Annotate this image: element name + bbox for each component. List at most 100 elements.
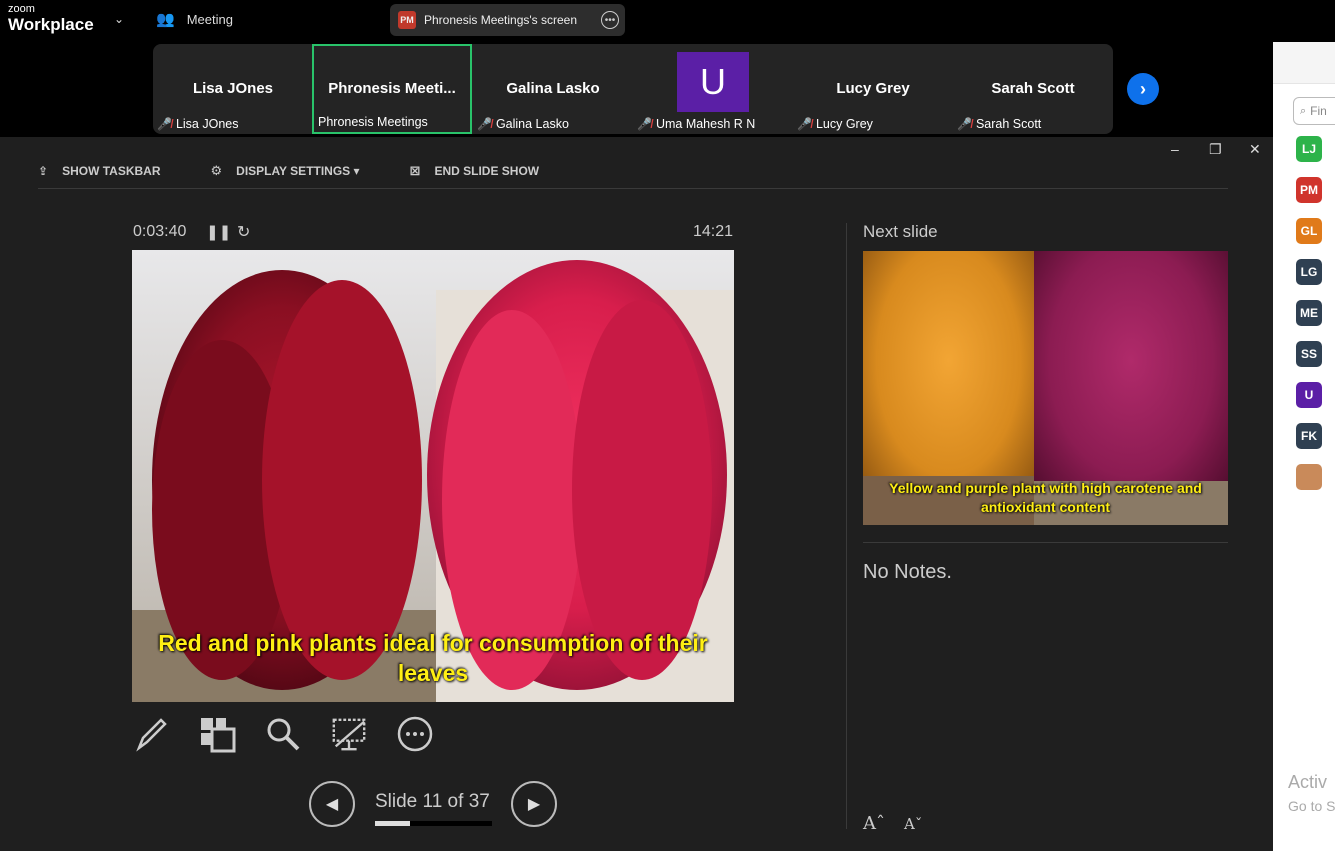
panel-avatar[interactable]: SS <box>1296 341 1322 367</box>
screen-off-icon <box>332 718 366 751</box>
participant-label: Lucy Grey <box>815 117 873 131</box>
participants-icon: 👥 <box>156 11 175 28</box>
slide-current: 11 <box>422 791 443 812</box>
mic-muted-icon: 🎤̸ <box>477 117 492 131</box>
meeting-tab-label: Meeting <box>186 11 233 27</box>
participant-label: Lisa JOnes <box>175 117 239 131</box>
slide-total: 37 <box>468 791 490 812</box>
elapsed-timer: 0:03:40 <box>133 223 187 240</box>
participant-footer: 🎤̸ Galina Lasko <box>477 117 569 131</box>
next-participants-button[interactable]: › <box>1127 73 1159 105</box>
panel-avatar[interactable]: FK <box>1296 423 1322 449</box>
shared-screen-title: Phronesis Meetings's screen <box>424 13 578 27</box>
increase-font-icon[interactable]: Aˆ <box>863 813 885 834</box>
participant-tile[interactable]: Sarah Scott 🎤̸ Sarah Scott <box>953 44 1113 134</box>
slide-navigation: ◀ Slide 11 of 37 ▶ <box>309 781 559 829</box>
presenter-badge: PM <box>398 11 416 29</box>
participant-footer: 🎤̸ Lisa JOnes <box>157 117 238 131</box>
participant-label: Phronesis Meetings <box>318 115 428 129</box>
participant-name: Phronesis Meeti... <box>328 80 456 97</box>
chevron-down-icon[interactable]: ⌄ <box>114 12 124 26</box>
participant-label: Sarah Scott <box>975 117 1042 131</box>
panel-avatar[interactable]: PM <box>1296 177 1322 203</box>
next-slide-label: Next slide <box>863 222 938 241</box>
panel-avatar[interactable]: LJ <box>1296 136 1322 162</box>
participant-name: Lisa JOnes <box>192 80 274 97</box>
display-settings-button[interactable]: ⚙ DISPLAY SETTINGS ▾ <box>211 163 360 179</box>
presenter-view: – ❐ ✕ ⇪ SHOW TASKBAR ⚙ DISPLAY SETTINGS … <box>0 137 1273 851</box>
participant-footer: 🎤̸ Sarah Scott <box>957 117 1041 131</box>
slide-of: of <box>447 791 464 812</box>
slide-prefix: Slide <box>375 791 418 812</box>
mic-muted-icon: 🎤̸ <box>637 117 652 131</box>
pen-icon <box>136 718 167 752</box>
participant-tile[interactable]: Galina Lasko 🎤̸ Galina Lasko <box>473 44 633 134</box>
current-slide[interactable]: Red and pink plants ideal for consumptio… <box>132 250 734 702</box>
display-settings-icon: ⚙ <box>210 162 223 178</box>
more-options-icon[interactable]: ••• <box>601 11 619 29</box>
black-screen-button[interactable] <box>330 715 368 753</box>
end-slide-show-label: END SLIDE SHOW <box>434 163 540 178</box>
participant-name: Lucy Grey <box>836 80 910 97</box>
next-slide-preview[interactable]: Yellow and purple plant with high carote… <box>863 251 1228 525</box>
grid-icon <box>201 718 236 753</box>
panel-avatar[interactable]: LG <box>1296 259 1322 285</box>
end-show-icon: ⊠ <box>409 162 421 178</box>
pen-tool-button[interactable] <box>132 715 170 753</box>
pause-icon[interactable]: ❚❚ <box>206 223 231 241</box>
mic-muted-icon: 🎤̸ <box>157 117 172 131</box>
zoom-button[interactable] <box>264 715 302 753</box>
top-bar: zoom Workplace ⌄ 👥 Meeting PM Phronesis … <box>0 0 1335 42</box>
mic-muted-icon: 🎤̸ <box>797 117 812 131</box>
display-settings-label: DISPLAY SETTINGS ▾ <box>236 163 360 178</box>
participant-name: Sarah Scott <box>991 80 1075 97</box>
participant-tile[interactable]: Lisa JOnes 🎤̸ Lisa JOnes <box>153 44 313 134</box>
meeting-tab[interactable]: 👥 Meeting <box>156 10 233 28</box>
close-button[interactable]: ✕ <box>1249 141 1261 158</box>
participant-tile-active-speaker[interactable]: Phronesis Meeti... Phronesis Meetings <box>312 44 472 134</box>
reset-timer-icon[interactable]: ↻ <box>237 222 250 242</box>
chevron-right-icon: › <box>1140 78 1146 99</box>
panel-avatar[interactable]: GL <box>1296 218 1322 244</box>
participant-label: Uma Mahesh R N <box>655 117 756 131</box>
participant-footer: 🎤̸ Uma Mahesh R N <box>637 117 755 131</box>
notes-divider <box>863 542 1228 543</box>
next-slide-caption: Yellow and purple plant with high carote… <box>889 480 1202 515</box>
slide-counter: Slide 11 of 37 <box>375 791 490 813</box>
mic-muted-icon: 🎤̸ <box>957 117 972 131</box>
brand-small: zoom <box>8 3 35 15</box>
decrease-font-icon[interactable]: Aˇ <box>904 815 922 833</box>
previous-slide-button[interactable]: ◀ <box>309 781 355 827</box>
slide-tools <box>132 715 434 753</box>
panel-avatar[interactable]: U <box>1296 382 1322 408</box>
show-taskbar-button[interactable]: ⇪ SHOW TASKBAR <box>38 164 161 178</box>
slide-caption: Red and pink plants ideal for consumptio… <box>158 630 708 686</box>
speaker-notes: No Notes. <box>863 561 952 583</box>
panel-avatar[interactable]: ME <box>1296 300 1322 326</box>
end-slide-show-button[interactable]: ⊠ END SLIDE SHOW <box>410 163 540 179</box>
triangle-right-icon: ▶ <box>527 796 541 813</box>
zoom-logo: zoom Workplace <box>8 3 94 34</box>
participant-strip: Lisa JOnes 🎤̸ Lisa JOnes Phronesis Meeti.… <box>153 44 1113 134</box>
activate-watermark: Activ <box>1288 772 1328 792</box>
brand-big: Workplace <box>8 15 94 34</box>
avatar: U <box>677 52 749 112</box>
participant-footer: Phronesis Meetings <box>318 115 428 129</box>
shared-screen-tab[interactable]: PM Phronesis Meetings's screen ••• <box>390 4 625 36</box>
more-options-icon <box>397 716 433 752</box>
participants-panel: ⌕ Fin LJ PM GL LG ME SS U FK Activ Go to S <box>1273 42 1335 851</box>
presenter-toolbar: ⇪ SHOW TASKBAR ⚙ DISPLAY SETTINGS ▾ ⊠ EN… <box>38 153 1228 189</box>
find-participant-input[interactable]: ⌕ Fin <box>1293 97 1335 125</box>
current-time: 14:21 <box>693 223 734 240</box>
find-placeholder: Fin <box>1310 104 1327 118</box>
next-slide-button[interactable]: ▶ <box>511 781 557 827</box>
panel-header <box>1273 42 1335 84</box>
more-slide-options-button[interactable] <box>396 715 434 753</box>
participant-footer: 🎤̸ Lucy Grey <box>797 117 873 131</box>
taskbar-icon: ⇪ <box>38 163 49 178</box>
participant-tile[interactable]: Lucy Grey 🎤̸ Lucy Grey <box>793 44 953 134</box>
panel-avatar[interactable] <box>1296 464 1322 490</box>
participant-tile[interactable]: U 🎤̸ Uma Mahesh R N <box>633 44 793 134</box>
search-icon: ⌕ <box>1300 104 1307 117</box>
see-all-slides-button[interactable] <box>198 715 236 753</box>
